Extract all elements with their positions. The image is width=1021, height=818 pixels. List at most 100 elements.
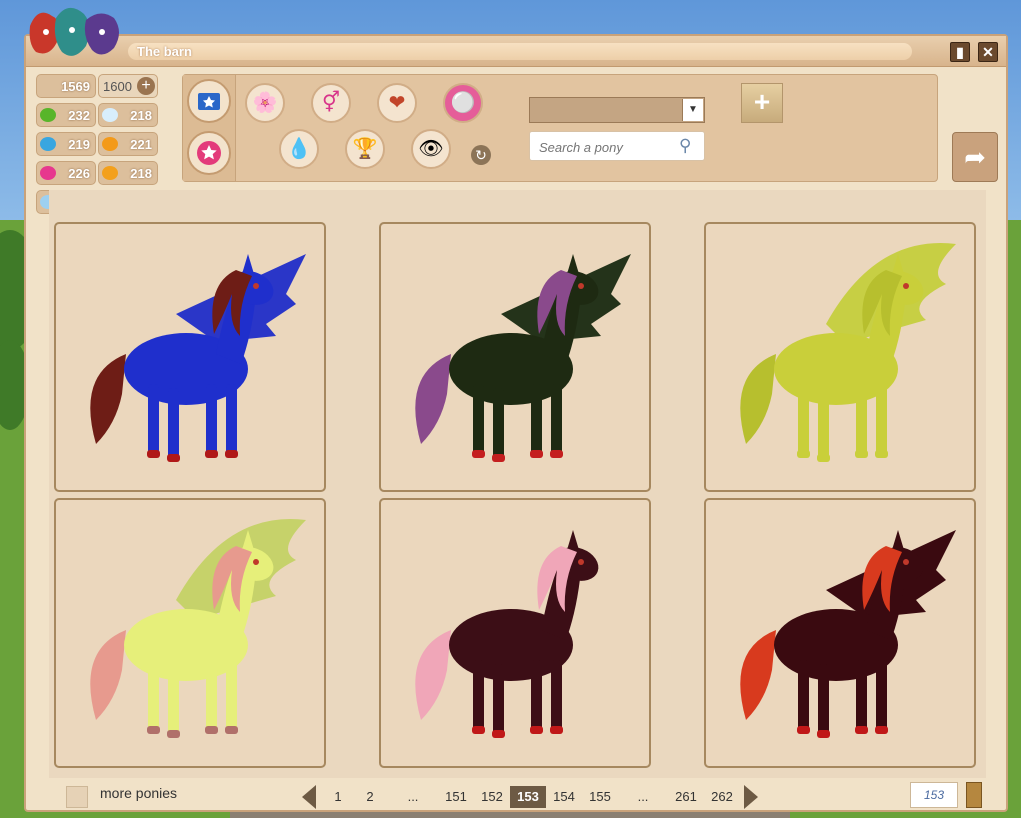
pony-card[interactable]	[704, 498, 976, 768]
tail-shape	[415, 630, 451, 720]
page-link[interactable]: 2	[352, 786, 388, 808]
pony-grid	[49, 190, 986, 778]
hoof-shape	[472, 450, 485, 458]
stat-flame: 221	[98, 132, 158, 156]
window-title: The barn	[128, 43, 912, 60]
pony-card[interactable]	[54, 222, 326, 492]
love-filter-icon[interactable]: ❤	[377, 83, 417, 123]
hoof-shape	[167, 454, 180, 462]
page-ellipsis: ...	[637, 789, 649, 804]
title-bar: The barn ▮ ✕	[26, 36, 1006, 67]
page-link[interactable]: 154	[546, 786, 582, 808]
pony-card[interactable]	[54, 498, 326, 768]
plus-icon[interactable]: +	[137, 77, 155, 95]
folder-tab[interactable]	[187, 79, 231, 123]
hoof-shape	[225, 726, 238, 734]
leg-shape	[551, 660, 562, 732]
pony-image	[90, 254, 306, 462]
search-icon[interactable]: ⚲	[679, 136, 699, 156]
hoof-shape	[875, 726, 888, 734]
page-current[interactable]: 153	[510, 786, 546, 808]
breed-filter-icon[interactable]: ⚪	[443, 83, 483, 123]
tail-shape	[740, 354, 776, 444]
gender-filter-icon[interactable]: ⚥	[311, 83, 351, 123]
hoof-shape	[855, 726, 868, 734]
star-folder-icon	[198, 93, 220, 110]
search-field[interactable]: ⚲	[529, 131, 705, 162]
leg-shape	[206, 384, 217, 456]
hoof-shape	[530, 450, 543, 458]
hoof-shape	[205, 726, 218, 734]
colors-filter-icon[interactable]: 🌸	[245, 83, 285, 123]
more-ponies-checkbox[interactable]	[66, 786, 88, 808]
eye-filter-icon[interactable]: 👁	[411, 129, 451, 169]
pony-image	[740, 243, 956, 462]
leg-shape	[168, 388, 179, 460]
pony-card[interactable]	[704, 222, 976, 492]
leg-shape	[818, 388, 829, 460]
reset-filters-icon[interactable]: ↻	[471, 145, 491, 165]
transfer-pony-button[interactable]: ➦	[952, 132, 998, 182]
favorites-tab[interactable]	[187, 131, 231, 175]
stat-money: 1569	[36, 74, 96, 98]
stat-value: 218	[130, 166, 152, 181]
add-filter-button[interactable]: +	[741, 83, 783, 123]
page-link[interactable]: 152	[474, 786, 510, 808]
chevron-down-icon[interactable]: ▼	[682, 99, 703, 121]
pony-image	[90, 519, 306, 738]
stat-value: 1569	[61, 79, 90, 94]
eye-shape	[903, 559, 909, 565]
hoof-shape	[205, 450, 218, 458]
tail-shape	[740, 630, 776, 720]
ponies-logo-icon	[29, 7, 119, 56]
stat-heart: 226	[36, 161, 96, 185]
trophy-filter-icon[interactable]: 🏆	[345, 129, 385, 169]
pony-image	[740, 530, 956, 738]
leg-shape	[856, 660, 867, 732]
filter-tabs	[183, 75, 236, 181]
previous-page-arrow-icon[interactable]	[302, 785, 316, 809]
hoof-shape	[550, 450, 563, 458]
leg-shape	[856, 384, 867, 456]
tail-shape	[415, 354, 451, 444]
species-filter-icon[interactable]: 💧	[279, 129, 319, 169]
paw-icon	[102, 166, 118, 180]
page-number-input[interactable]: 153	[910, 782, 958, 808]
hoof-shape	[147, 450, 160, 458]
leg-shape	[493, 664, 504, 736]
leg-shape	[473, 384, 484, 456]
search-input[interactable]	[530, 132, 681, 162]
page-link[interactable]: 262	[704, 786, 740, 808]
hoof-shape	[855, 450, 868, 458]
leg-shape	[551, 384, 562, 456]
next-page-arrow-icon[interactable]	[744, 785, 758, 809]
eye-shape	[253, 559, 259, 565]
hoof-shape	[797, 726, 810, 734]
apple-icon	[40, 108, 56, 122]
leg-shape	[493, 388, 504, 460]
hoof-shape	[817, 454, 830, 462]
eye-shape	[578, 283, 584, 289]
page-link[interactable]: 261	[668, 786, 704, 808]
hoof-shape	[550, 726, 563, 734]
stat-cloud: 218	[98, 103, 158, 127]
pony-card[interactable]	[379, 498, 651, 768]
more-ponies-label: more ponies	[100, 785, 178, 801]
leg-shape	[226, 660, 237, 732]
minimize-button[interactable]: ▮	[950, 42, 970, 62]
eye-shape	[253, 283, 259, 289]
sort-select[interactable]: ▼	[529, 97, 705, 123]
stat-max[interactable]: 1600 +	[98, 74, 158, 98]
leg-shape	[226, 384, 237, 456]
leg-shape	[148, 660, 159, 732]
eye-shape	[578, 559, 584, 565]
page-link[interactable]: 1	[324, 786, 352, 808]
go-page-button[interactable]	[966, 782, 982, 808]
stat-value: 218	[130, 108, 152, 123]
close-button[interactable]: ✕	[978, 42, 998, 62]
pony-image	[415, 254, 631, 462]
pony-card[interactable]	[379, 222, 651, 492]
page-link[interactable]: 151	[438, 786, 474, 808]
pony-image	[415, 530, 599, 738]
page-link[interactable]: 155	[582, 786, 618, 808]
